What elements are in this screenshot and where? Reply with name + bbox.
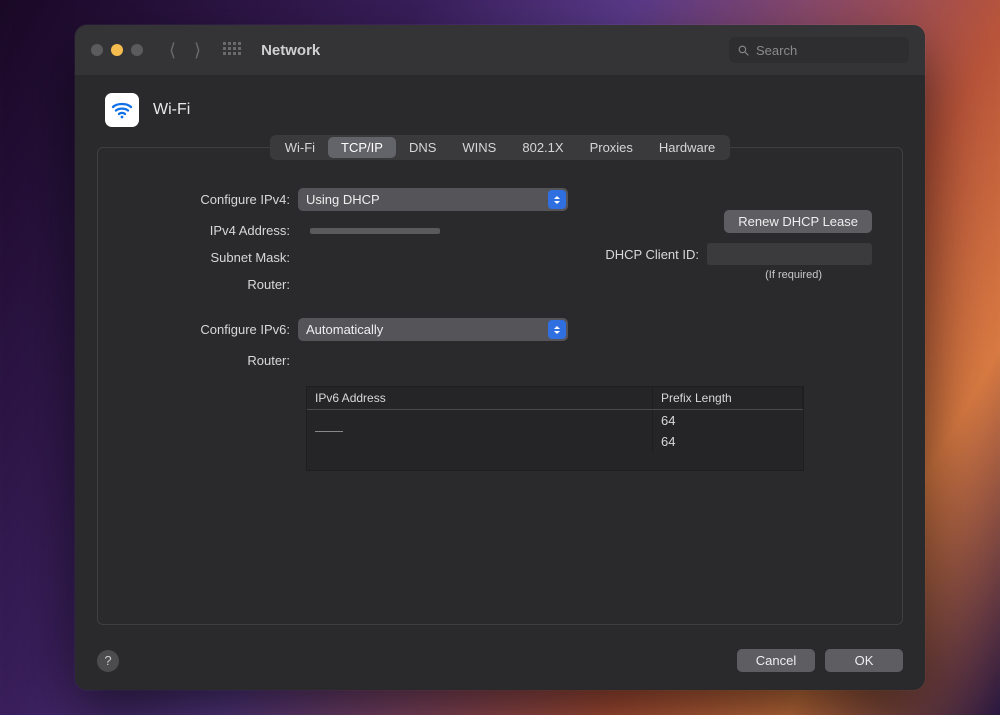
tab-wins[interactable]: WINS (449, 137, 509, 158)
router2-label: Router: (128, 353, 298, 368)
tab-tcpip[interactable]: TCP/IP (328, 137, 396, 158)
configure-ipv6-select[interactable]: Automatically (298, 318, 568, 341)
if-required-hint: (If required) (765, 269, 822, 281)
help-button[interactable]: ? (97, 650, 119, 672)
cell-prefix-length: 64 (653, 410, 803, 431)
router-label: Router: (128, 277, 298, 292)
cell-ipv6-address (307, 410, 653, 431)
cancel-button[interactable]: Cancel (737, 649, 815, 672)
minimize-window-button[interactable] (111, 44, 123, 56)
search-placeholder: Search (756, 43, 797, 58)
tab-bar: Wi-Fi TCP/IP DNS WINS 802.1X Proxies Har… (75, 135, 925, 160)
show-all-icon[interactable] (223, 42, 239, 58)
settings-panel: Configure IPv4: Using DHCP IPv4 Address:… (97, 147, 903, 625)
search-icon (737, 44, 750, 57)
tab-wifi[interactable]: Wi-Fi (272, 137, 328, 158)
tab-dns[interactable]: DNS (396, 137, 449, 158)
configure-ipv4-value: Using DHCP (306, 192, 380, 207)
cell-prefix-length: 64 (653, 431, 803, 452)
pane-header: Wi-Fi (75, 75, 925, 137)
ipv4-address-value (310, 228, 440, 234)
ok-button[interactable]: OK (825, 649, 903, 672)
ipv4-address-label: IPv4 Address: (128, 223, 298, 238)
forward-button[interactable]: ⟩ (194, 40, 201, 61)
tab-hardware[interactable]: Hardware (646, 137, 728, 158)
preferences-window: ⟨ ⟩ Network Search Wi-Fi Wi-Fi TCP/IP DN… (75, 25, 925, 690)
nav-arrows: ⟨ ⟩ (169, 40, 201, 61)
search-field[interactable]: Search (729, 37, 909, 63)
cell-ipv6-address (307, 431, 653, 452)
configure-ipv4-label: Configure IPv4: (128, 192, 298, 207)
ipv6-table: IPv6 Address Prefix Length 64 64 (306, 386, 804, 471)
stepper-icon (548, 320, 566, 339)
wifi-icon (105, 93, 139, 127)
dhcp-client-id-input[interactable] (707, 243, 872, 265)
close-window-button[interactable] (91, 44, 103, 56)
col-prefix-length[interactable]: Prefix Length (653, 387, 803, 409)
subnet-mask-label: Subnet Mask: (128, 250, 298, 265)
zoom-window-button[interactable] (131, 44, 143, 56)
renew-dhcp-button[interactable]: Renew DHCP Lease (724, 210, 872, 233)
configure-ipv6-label: Configure IPv6: (128, 322, 298, 337)
back-button[interactable]: ⟨ (169, 40, 176, 61)
dhcp-client-id-label: DHCP Client ID: (605, 247, 699, 262)
configure-ipv4-select[interactable]: Using DHCP (298, 188, 568, 211)
table-row[interactable]: 64 (307, 410, 803, 431)
stepper-icon (548, 190, 566, 209)
traffic-lights (91, 44, 143, 56)
tab-proxies[interactable]: Proxies (577, 137, 646, 158)
dialog-footer: ? Cancel OK (75, 649, 925, 690)
dhcp-side-column: Renew DHCP Lease DHCP Client ID: (If req… (605, 210, 872, 281)
pane-title: Wi-Fi (153, 101, 190, 119)
table-row[interactable]: 64 (307, 431, 803, 452)
col-ipv6-address[interactable]: IPv6 Address (307, 387, 653, 409)
window-title: Network (261, 42, 320, 59)
titlebar: ⟨ ⟩ Network Search (75, 25, 925, 75)
tab-8021x[interactable]: 802.1X (509, 137, 576, 158)
configure-ipv6-value: Automatically (306, 322, 383, 337)
